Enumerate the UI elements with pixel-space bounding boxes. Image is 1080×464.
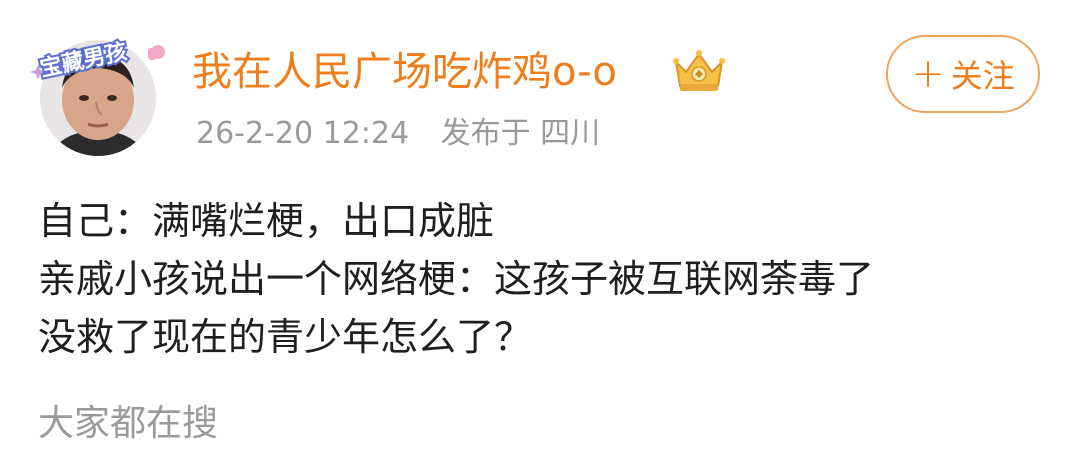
content-line: 亲戚小孩说出一个网络梗：这孩子被互联网荼毒了 [38, 257, 875, 301]
post-meta: 26-2-20 12:24 发布于 四川 [196, 112, 600, 156]
post-timestamp: 26-2-20 12:24 [196, 116, 410, 151]
avatar[interactable]: 宝藏男孩 [30, 22, 170, 162]
avatar-badge-sticker: 宝藏男孩 [30, 36, 165, 82]
content-line: 自己：满嘴烂梗，出口成脏 [38, 199, 495, 243]
follow-label: 关注 [950, 57, 1015, 95]
follow-button[interactable]: + 关注 [886, 35, 1040, 113]
trending-search-link[interactable]: 大家都在搜 [38, 398, 218, 450]
post-header: 宝藏男孩 我在人民广场吃炸鸡o-o 26-2-20 12:24 发布于 四川 +… [0, 0, 1080, 170]
plus-icon: + [911, 51, 945, 97]
crown-vip-icon[interactable] [670, 48, 728, 94]
post-location: 发布于 四川 [440, 116, 601, 151]
avatar-badge-text: 宝藏男孩 [38, 38, 129, 81]
content-line: 没救了现在的青少年怎么了？ [38, 315, 533, 359]
author-name[interactable]: 我在人民广场吃炸鸡o-o [192, 46, 617, 98]
post-content[interactable]: 自己：满嘴烂梗，出口成脏 亲戚小孩说出一个网络梗：这孩子被互联网荼毒了 没救了现… [38, 192, 1048, 366]
